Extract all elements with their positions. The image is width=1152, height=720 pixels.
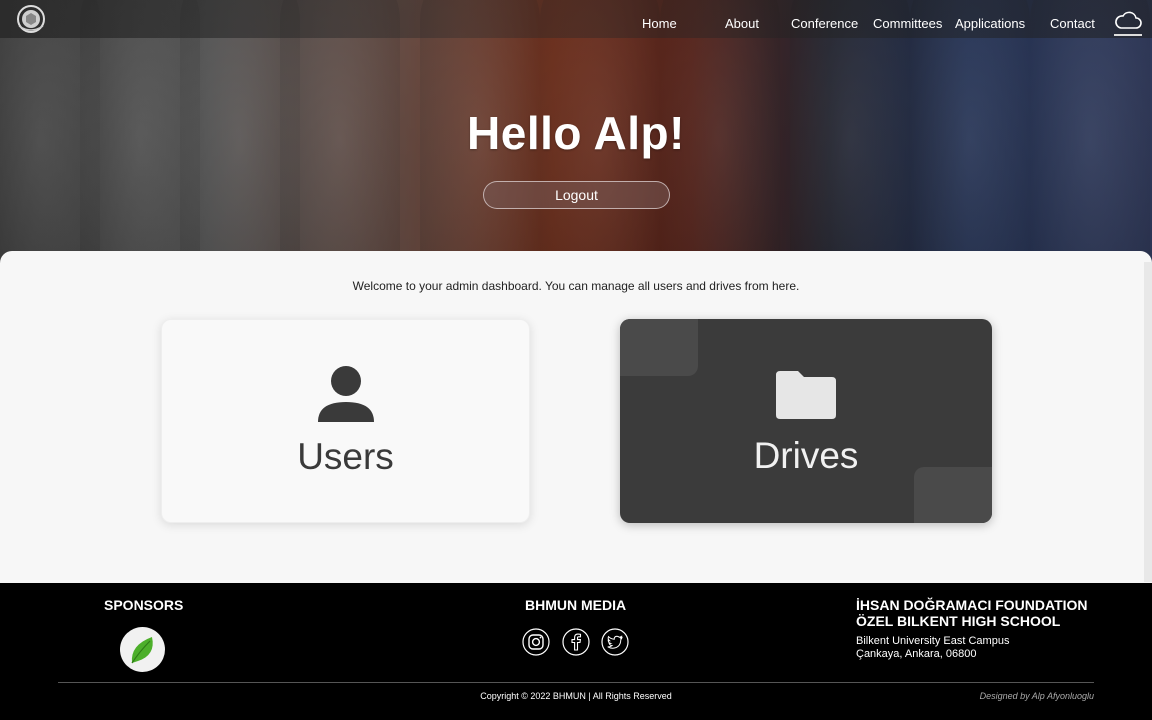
users-card[interactable]: Users <box>161 319 530 523</box>
drives-card-label: Drives <box>753 435 859 476</box>
top-navigation-bar: Home About Conference Committees Applica… <box>0 0 1152 38</box>
footer-divider <box>58 682 1094 683</box>
nav-conference[interactable]: Conference <box>791 16 858 31</box>
users-card-label: Users <box>297 436 394 477</box>
cloud-icon[interactable] <box>1114 10 1142 32</box>
instagram-icon[interactable] <box>522 628 550 656</box>
sponsors-heading: SPONSORS <box>104 597 184 613</box>
user-icon <box>317 366 374 422</box>
scrollbar[interactable] <box>1144 262 1152 582</box>
foundation-heading: İHSAN DOĞRAMACI FOUNDATION <box>856 597 1088 613</box>
footer: SPONSORS BHMUN MEDIA İHSAN DOĞRAMACI FOU… <box>0 583 1152 720</box>
nav-about[interactable]: About <box>725 16 759 31</box>
cloud-active-indicator <box>1114 34 1142 36</box>
address-line-1: Bilkent University East Campus <box>856 635 1010 647</box>
media-heading: BHMUN MEDIA <box>525 597 627 613</box>
address-line-2: Çankaya, Ankara, 06800 <box>856 648 977 660</box>
folder-icon <box>776 371 836 419</box>
twitter-icon[interactable] <box>601 628 629 656</box>
card-decoration <box>620 319 698 376</box>
sponsor-logo[interactable] <box>120 627 165 672</box>
logout-button[interactable]: Logout <box>483 181 670 209</box>
nav-committees[interactable]: Committees <box>873 16 942 31</box>
welcome-text: Welcome to your admin dashboard. You can… <box>352 279 800 293</box>
designer-credit: Designed by Alp Afyonluoglu <box>979 691 1094 701</box>
nav-home[interactable]: Home <box>642 16 677 31</box>
greeting-heading: Hello Alp! <box>467 107 685 159</box>
nav-contact[interactable]: Contact <box>1050 16 1095 31</box>
school-heading: ÖZEL BILKENT HIGH SCHOOL <box>856 613 1061 629</box>
facebook-icon[interactable] <box>562 628 590 656</box>
dashboard-panel: Welcome to your admin dashboard. You can… <box>0 251 1152 583</box>
nav-applications[interactable]: Applications <box>955 16 1025 31</box>
drives-card[interactable]: Drives <box>620 319 992 523</box>
bhmun-logo-icon[interactable] <box>14 4 48 34</box>
leaf-icon <box>131 637 153 664</box>
